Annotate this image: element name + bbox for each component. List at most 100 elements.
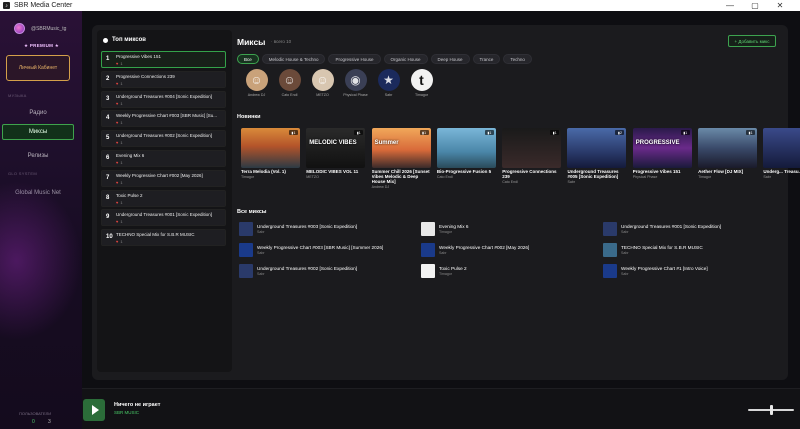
volume-handle[interactable]: [770, 405, 774, 415]
top-mix-item[interactable]: 1 Progressive Vibes 151 ♥ 1: [101, 51, 226, 68]
new-mix-card[interactable]: ▮ 1 Progressive Connections 239 Cato Endl: [502, 128, 562, 189]
artist-avatar: ☺: [245, 69, 268, 91]
mix-title: Summer Chill 2026 [Sunset Vibes Melodic …: [371, 169, 430, 184]
top-mix-item[interactable]: 9 Underground Treasures #001 [Sonic Exped…: [101, 209, 226, 227]
track-count-badge: ▮ 1: [550, 130, 560, 135]
now-playing-title: Ничего не играет: [114, 402, 161, 408]
mix-name: TECHNO Special Mix for S.B.R MUSIC: [621, 245, 703, 250]
top-mix-name: Progressive Connections 239: [116, 73, 175, 79]
mix-text: Weekly Progressive Chart #1 [Intro Voice…: [621, 266, 708, 276]
nav-global-music-net[interactable]: Global Music Net: [2, 185, 74, 201]
like-count: 1: [120, 140, 123, 146]
artist-name: Cato Endl: [281, 93, 298, 97]
mix-list-item[interactable]: TECHNO Special Mix for S.B.R MUSIC Sabr: [603, 242, 783, 258]
mix-thumbnail: [239, 264, 253, 278]
mix-title: Bio-Progressive Fusion 5: [436, 169, 492, 174]
mix-thumbnail: [603, 243, 617, 257]
mix-list-item[interactable]: Weekly Progressive Chart #002 [May 2026]…: [421, 242, 601, 258]
top-mix-name: Underground Treasures #004 [Sonic Expedi…: [116, 93, 213, 99]
new-mix-card[interactable]: ▮ 2 Underground Treasures #005 [Sonic Exp…: [567, 128, 627, 189]
new-mix-card[interactable]: ▮ 1 MELODIC VIBES MELODIC VIBES VOL 11 METZ…: [306, 128, 366, 189]
new-mix-card[interactable]: ▮ 1 PROGRESSIVE Progressive Vibes 151 Physi…: [632, 128, 692, 189]
mix-text: Toxic Pulse 2 Timagor: [439, 266, 467, 276]
artist-item[interactable]: ◉ Physical Phase: [339, 69, 372, 97]
heart-icon: ♥: [116, 61, 119, 66]
mix-artist: Sabr: [257, 230, 265, 234]
mix-name: Underground Treasures #001 [Sonic Expedi…: [621, 224, 722, 229]
track-count-badge: ▮ 1: [419, 130, 429, 135]
top-mix-name: Evening Mix 6: [116, 153, 145, 158]
top-mix-name: Toxic Pulse 2: [116, 192, 143, 198]
artist-item[interactable]: t Timagor: [405, 69, 438, 97]
nav-releases[interactable]: Релизы: [2, 148, 74, 164]
top-mix-item[interactable]: 3 Underground Treasures #004 [Sonic Exped…: [101, 90, 226, 108]
new-mix-card[interactable]: ▮ 1 Summer Summer Chill 2026 [Sunset Vibes…: [371, 128, 431, 189]
play-button[interactable]: [83, 399, 105, 421]
artist-row: ☺ Andrew DJ ☺ Cato Endl ☺ METZO ◉ Physical Phas…: [240, 69, 438, 97]
mix-list-item[interactable]: Weekly Progressive Chart #1 [Intro Voice…: [603, 263, 783, 279]
badge-count: 1: [293, 130, 296, 135]
like-count: 1: [120, 219, 123, 225]
top-mix-item[interactable]: 6 Evening Mix 6 ♥ 1: [101, 150, 226, 167]
top-mix-likes: ♥ 1: [116, 140, 123, 145]
new-mix-card[interactable]: ▮ 1Underg... Treasu... Exped...Sabr: [763, 128, 800, 189]
user-profile[interactable]: @SBRMusic_tg: [14, 23, 66, 34]
mix-list-item[interactable]: Underground Treasures #002 [Sonic Expedi…: [239, 263, 419, 279]
new-mix-card[interactable]: ▮ 1 Bio-Progressive Fusion 5 Cato Endl: [436, 128, 496, 189]
genre-chip[interactable]: Organic House: [383, 54, 428, 64]
top-mix-item[interactable]: 10 TECHNO Special Mix for S.B.R MUSIC ♥ 1: [101, 229, 226, 247]
new-mix-card[interactable]: ▮ 1 Terra Melodia (Vol. 1) Timagor: [241, 128, 300, 189]
top-mix-name: TECHNO Special Mix for S.B.R MUSIC: [116, 232, 195, 238]
mix-thumbnail: [421, 264, 435, 278]
mix-list-item[interactable]: Underground Treasures #001 [Sonic Expedi…: [603, 221, 783, 237]
top-mixes-panel: Топ миксов 1 Progressive Vibes 151 ♥ 1 2 Prog…: [97, 30, 232, 372]
like-count: 1: [120, 199, 123, 205]
genre-chip[interactable]: Все: [237, 54, 259, 64]
artist-name: Sabr: [384, 93, 393, 97]
mix-artist: Timagor: [241, 175, 255, 179]
top-mix-item[interactable]: 4 Weekly Progressive Chart #003 [SBR Musi…: [101, 110, 226, 128]
close-button[interactable]: ✕: [770, 0, 790, 11]
app-icon: ♪: [3, 2, 10, 9]
now-playing-subtitle: SBR MUSIC: [114, 410, 140, 415]
main-content: Топ миксов 1 Progressive Vibes 151 ♥ 1 2 Prog…: [92, 25, 800, 380]
new-mix-card[interactable]: ▮ 1 Aether Flow [DJ MIX] Timagor: [698, 128, 758, 189]
genre-chip[interactable]: Deep House: [430, 54, 470, 64]
mix-artist: Timagor: [439, 230, 453, 234]
artist-item[interactable]: ☺ Andrew DJ: [240, 69, 273, 97]
stat-online: 0: [32, 419, 35, 425]
nav-mixes[interactable]: Миксы: [2, 124, 74, 140]
artist-item[interactable]: ☺ METZO: [306, 69, 339, 97]
top-mix-item[interactable]: 2 Progressive Connections 239 ♥ 1: [101, 70, 226, 88]
page-title: Миксы: [237, 37, 266, 47]
top-mixes-title: Топ миксов: [103, 37, 146, 43]
add-mix-button[interactable]: + Добавить микс: [728, 35, 776, 47]
mixes-count: · всего 10: [271, 39, 292, 44]
personal-cabinet-button[interactable]: Личный Кабинет: [6, 55, 70, 81]
mix-cover: ▮ 1 MELODIC VIBES: [306, 128, 366, 168]
minimize-button[interactable]: —: [720, 0, 740, 11]
mix-title: Terra Melodia (Vol. 1): [241, 169, 286, 174]
new-section-title: Новинки: [237, 114, 261, 120]
mix-list-item[interactable]: Underground Treasures #003 [Sonic Expedi…: [239, 221, 419, 237]
heart-icon: ♥: [116, 199, 119, 205]
mix-artist: Sabr: [621, 251, 629, 255]
mix-list-item[interactable]: Weekly Progressive Chart #003 [SBR Music…: [239, 242, 419, 258]
top-mix-item[interactable]: 7 Weekly Progressive Chart #002 [May 2026…: [101, 169, 226, 187]
heart-icon: ♥: [116, 179, 119, 185]
genre-chip[interactable]: Melodic House & Techno: [261, 54, 326, 64]
maximize-button[interactable]: ▢: [745, 0, 765, 11]
artist-item[interactable]: ★ Sabr: [372, 69, 405, 97]
genre-chip[interactable]: Trance: [472, 54, 501, 64]
mix-list-item[interactable]: Evening Mix 6 Timagor: [421, 221, 601, 237]
mix-list-item[interactable]: Toxic Pulse 2 Timagor: [421, 263, 601, 279]
genre-chip[interactable]: Techno: [503, 54, 532, 64]
artist-item[interactable]: ☺ Cato Endl: [273, 69, 306, 97]
heart-icon: ♥: [116, 140, 119, 146]
top-mix-item[interactable]: 5 Underground Treasures #002 [Sonic Exped…: [101, 130, 226, 148]
top-mix-item[interactable]: 8 Toxic Pulse 2 ♥ 1: [101, 189, 226, 207]
genre-chip[interactable]: Progressive House: [328, 54, 381, 64]
mix-artist: Cato Endl: [436, 175, 453, 179]
nav-radio[interactable]: Радио: [2, 105, 74, 121]
mix-artist: Timagor: [698, 175, 712, 179]
